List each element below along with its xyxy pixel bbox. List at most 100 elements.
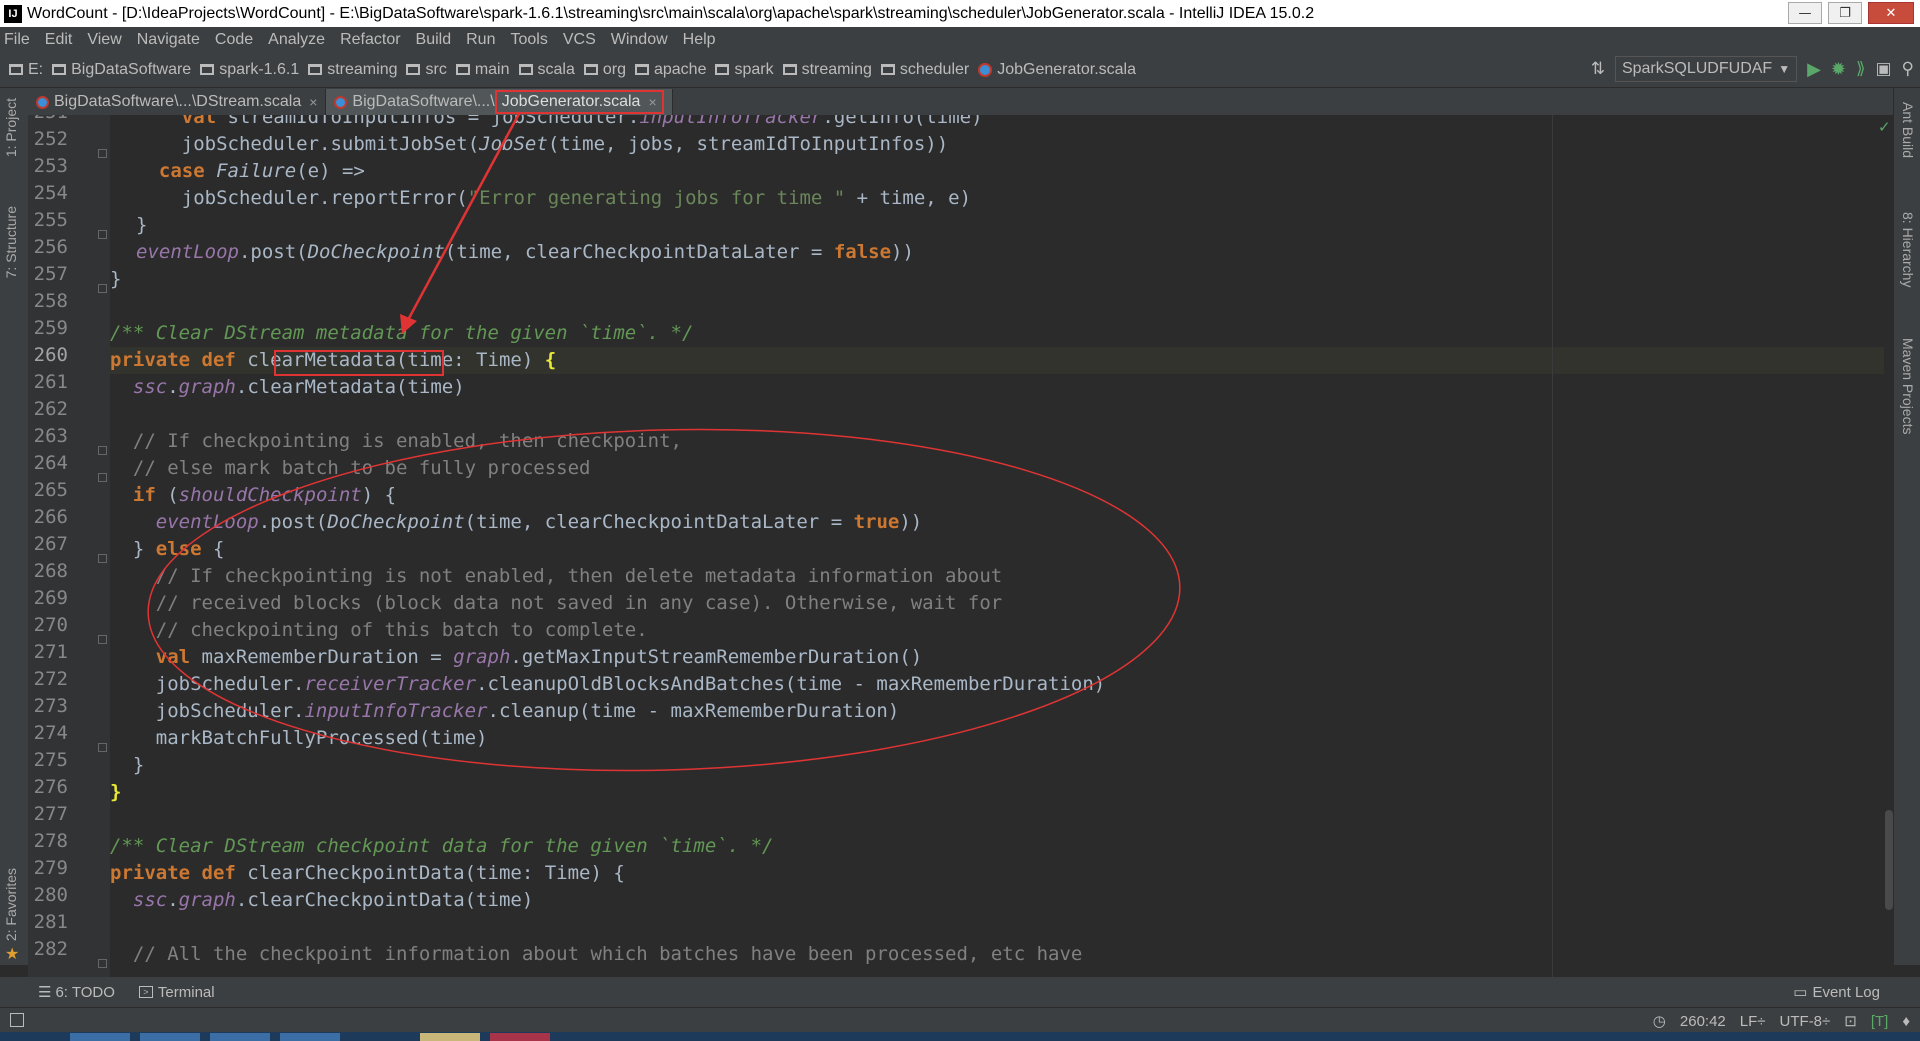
folder-icon <box>782 64 797 75</box>
menu-window[interactable]: Window <box>611 31 668 49</box>
menu-edit[interactable]: Edit <box>45 31 73 49</box>
taskbar-app[interactable] <box>140 1033 200 1041</box>
fold-marker-icon[interactable] <box>98 230 107 239</box>
fold-marker-icon[interactable] <box>98 284 107 293</box>
breadcrumb-drive[interactable]: E: <box>9 61 43 79</box>
breadcrumb-item[interactable]: src <box>406 60 447 79</box>
menu-refactor[interactable]: Refactor <box>340 31 400 49</box>
terminal-label: Terminal <box>157 983 215 1001</box>
terminal-panel-tab[interactable]: > Terminal <box>138 983 215 1001</box>
folder-icon <box>200 64 215 75</box>
line-number: 257 <box>33 263 68 285</box>
taskbar-app[interactable] <box>490 1033 550 1041</box>
maximize-button[interactable]: ❐ <box>1828 2 1862 24</box>
lock-icon[interactable]: ⊡ <box>1844 1012 1857 1030</box>
breadcrumb-item[interactable]: spark <box>715 60 774 79</box>
breadcrumb-item[interactable]: org <box>583 61 626 79</box>
code-line: } <box>136 214 148 236</box>
close-icon[interactable]: × <box>309 94 317 110</box>
ide-window: IJ WordCount - [D:\IdeaProjects\WordCoun… <box>0 0 1920 1041</box>
breadcrumb-item[interactable]: main <box>455 61 510 79</box>
todo-panel-tab[interactable]: ☰ 6: TODO <box>38 983 115 1002</box>
file-encoding[interactable]: UTF-8÷ <box>1780 1013 1831 1030</box>
menu-build[interactable]: Build <box>416 31 452 49</box>
fold-marker-icon[interactable] <box>98 473 107 482</box>
line-number: 253 <box>33 155 68 177</box>
breadcrumb-item[interactable]: scheduler <box>880 61 969 79</box>
debug-icon[interactable]: ✹ <box>1831 59 1846 80</box>
scrollbar-thumb[interactable] <box>1885 810 1893 910</box>
ant-build-panel-tab[interactable]: Ant Build <box>1900 102 1916 158</box>
run-config-label: SparkSQLUDFUDAF <box>1621 60 1773 77</box>
highlight-box-clearmetadata <box>274 350 444 376</box>
code-line: jobScheduler.submitJobSet(JobSet(time, j… <box>136 133 949 155</box>
menu-vcs[interactable]: VCS <box>563 31 596 49</box>
breadcrumb-item[interactable]: streaming <box>308 61 397 79</box>
line-number: 254 <box>33 182 68 204</box>
maven-panel-tab[interactable]: Maven Projects <box>1900 338 1916 434</box>
breadcrumb-item[interactable]: BigDataSoftware <box>52 61 191 79</box>
search-icon[interactable]: ⚲ <box>1902 59 1914 79</box>
code-line: jobScheduler.receiverTracker.cleanupOldB… <box>110 673 1106 695</box>
check-icon: ✓ <box>1878 118 1891 136</box>
menu-view[interactable]: View <box>87 31 121 49</box>
chevron-down-icon: ▼ <box>1778 62 1791 76</box>
taskbar-app[interactable] <box>210 1033 270 1041</box>
caret-position[interactable]: 260:42 <box>1680 1013 1726 1030</box>
toggle-tool-windows-icon[interactable] <box>10 1013 24 1027</box>
menu-file[interactable]: File <box>4 31 30 49</box>
project-structure-icon[interactable]: ▣ <box>1875 59 1891 79</box>
minimize-button[interactable]: — <box>1788 2 1822 24</box>
event-log-tab[interactable]: ▭ Event Log <box>1793 983 1880 1002</box>
tab-jobgenerator[interactable]: BigDataSoftware\...\ JobGenerator.scala … <box>326 89 673 115</box>
taskbar-app[interactable] <box>420 1033 480 1041</box>
favorites-panel-tab[interactable]: 2: Favorites <box>3 868 19 941</box>
breadcrumb-label: E: <box>28 60 44 78</box>
taskbar-app[interactable] <box>280 1033 340 1041</box>
code-line: // All the checkpoint information about … <box>132 943 1083 965</box>
fold-marker-icon[interactable] <box>98 959 107 968</box>
breadcrumb-file[interactable]: JobGenerator.scala <box>978 61 1136 79</box>
menu-tools[interactable]: Tools <box>510 31 547 49</box>
breadcrumb-item[interactable]: spark-1.6.1 <box>200 61 299 79</box>
fold-marker-icon[interactable] <box>98 554 107 563</box>
tab-dstream[interactable]: BigDataSoftware\...\DStream.scala × <box>28 89 327 115</box>
code-line: jobScheduler.inputInfoTracker.cleanup(ti… <box>110 700 900 722</box>
fold-marker-icon[interactable] <box>98 743 107 752</box>
editor-scrollbar[interactable] <box>1884 115 1894 977</box>
fold-marker-icon[interactable] <box>98 635 107 644</box>
build-arrows-icon[interactable]: ⇅ <box>1591 59 1605 79</box>
close-button[interactable]: ✕ <box>1868 2 1914 24</box>
run-configuration-select[interactable]: SparkSQLUDFUDAF ▼ <box>1614 56 1798 82</box>
git-status-icon[interactable]: [T] <box>1871 1013 1889 1030</box>
breadcrumb-item[interactable]: apache <box>634 61 706 79</box>
menu-code[interactable]: Code <box>215 31 253 49</box>
menu-help[interactable]: Help <box>683 31 716 49</box>
coverage-icon[interactable]: ⟫ <box>1856 59 1865 79</box>
fold-marker-icon[interactable] <box>98 446 107 455</box>
line-number: 261 <box>33 371 68 393</box>
menu-navigate[interactable]: Navigate <box>137 31 200 49</box>
fold-marker-icon[interactable] <box>98 149 107 158</box>
line-separator[interactable]: LF÷ <box>1740 1013 1766 1030</box>
line-number: 251 <box>28 115 68 123</box>
window-title: WordCount - [D:\IdeaProjects\WordCount] … <box>27 4 1315 22</box>
close-icon[interactable]: × <box>648 94 656 110</box>
breadcrumb-label: src <box>425 60 447 78</box>
menu-analyze[interactable]: Analyze <box>268 31 325 49</box>
breadcrumb-label: spark <box>734 60 774 78</box>
project-panel-tab[interactable]: 1: Project <box>3 98 19 157</box>
menu-run[interactable]: Run <box>466 31 495 49</box>
breadcrumb-item[interactable]: streaming <box>782 61 872 79</box>
line-number: 274 <box>33 722 68 744</box>
code-line: jobScheduler.reportError("Error generati… <box>136 187 972 209</box>
structure-panel-tab[interactable]: 7: Structure <box>3 206 19 278</box>
hierarchy-panel-tab[interactable]: 8: Hierarchy <box>1900 212 1916 287</box>
inspector-icon[interactable]: ♦ <box>1902 1013 1910 1030</box>
run-icon[interactable]: ▶ <box>1807 59 1821 80</box>
left-tool-strip: 1: Project 7: Structure 2: Favorites ★ <box>0 88 28 965</box>
tool-window-bar: ☰ 6: TODO > Terminal ▭ Event Log <box>0 977 1920 1007</box>
taskbar-app[interactable] <box>70 1033 130 1041</box>
code-editor[interactable]: val streamIdToInputInfos = jobScheduler.… <box>110 115 1884 977</box>
breadcrumb-item[interactable]: scala <box>518 61 575 79</box>
